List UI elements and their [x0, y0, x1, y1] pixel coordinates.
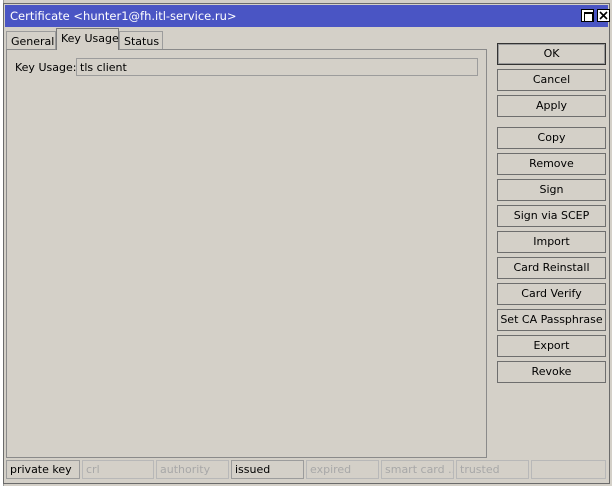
- ok-button[interactable]: OK: [497, 43, 606, 65]
- restore-icon[interactable]: [581, 9, 594, 22]
- tab-key-usage[interactable]: Key Usage: [56, 28, 119, 50]
- key-usage-field[interactable]: tls client: [76, 58, 478, 76]
- key-usage-panel: Key Usage: tls client: [6, 49, 487, 458]
- status-empty: [531, 460, 606, 479]
- copy-button[interactable]: Copy: [497, 127, 606, 149]
- cancel-button[interactable]: Cancel: [497, 69, 606, 91]
- sign-via-scep-button[interactable]: Sign via SCEP: [497, 205, 606, 227]
- export-button[interactable]: Export: [497, 335, 606, 357]
- card-reinstall-button[interactable]: Card Reinstall: [497, 257, 606, 279]
- remove-button[interactable]: Remove: [497, 153, 606, 175]
- status-authority: authority: [156, 460, 229, 479]
- apply-button[interactable]: Apply: [497, 95, 606, 117]
- key-usage-label: Key Usage:: [15, 61, 77, 74]
- tab-general[interactable]: General: [6, 31, 56, 51]
- import-button[interactable]: Import: [497, 231, 606, 253]
- tab-status[interactable]: Status: [119, 31, 163, 51]
- revoke-button[interactable]: Revoke: [497, 361, 606, 383]
- status-private-key: private key: [6, 460, 80, 479]
- status-expired: expired: [306, 460, 379, 479]
- status-issued: issued: [231, 460, 304, 479]
- status-trusted: trusted: [456, 460, 529, 479]
- status-crl: crl: [82, 460, 154, 479]
- status-bar: private key crl authority issued expired…: [5, 459, 607, 480]
- set-ca-passphrase-button[interactable]: Set CA Passphrase: [497, 309, 606, 331]
- title-bar[interactable]: Certificate <hunter1@fh.itl-service.ru>: [5, 5, 610, 27]
- window-title: Certificate <hunter1@fh.itl-service.ru>: [10, 9, 237, 23]
- card-verify-button[interactable]: Card Verify: [497, 283, 606, 305]
- sign-button[interactable]: Sign: [497, 179, 606, 201]
- status-smart-card: smart card ...: [381, 460, 454, 479]
- close-icon[interactable]: [597, 9, 610, 22]
